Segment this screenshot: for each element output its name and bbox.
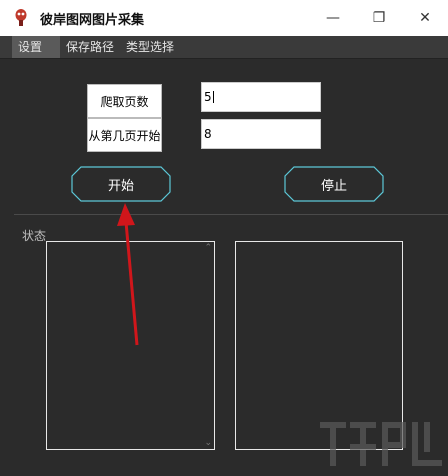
watermark-logo xyxy=(320,422,442,466)
arrow-annotation xyxy=(117,203,139,346)
app-window: 彼岸图网图片采集 — ❐ ✕ 设置 保存路径 类型选择 爬取页数 5 从第几页开… xyxy=(0,0,448,476)
